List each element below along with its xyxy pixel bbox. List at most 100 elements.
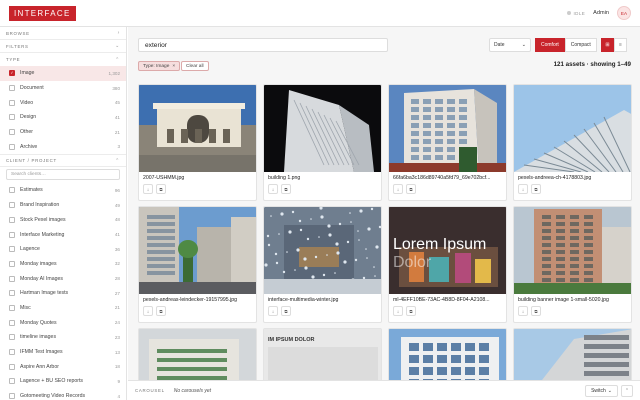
search-input[interactable]: exterior (138, 38, 388, 52)
checkbox[interactable] (9, 246, 15, 253)
asset-card[interactable]: pexels-andreea-ch-4178803.jpg ↓ ⧉ (513, 84, 632, 201)
client-filter-item[interactable]: Stock Pexel images 48 (0, 213, 126, 228)
checkbox[interactable] (9, 319, 15, 326)
client-filter-item[interactable]: Lagence 36 (0, 242, 126, 257)
client-filter-item[interactable]: IFMM Test Images 13 (0, 345, 126, 360)
asset-thumbnail[interactable] (139, 207, 256, 294)
asset-name: pexels-andreas-leindecker-19157995.jpg (143, 297, 238, 303)
asset-card[interactable]: pexels-andreas-leindecker-19157995.jpg ↓ ⧉ (138, 206, 257, 323)
download-icon[interactable]: ↓ (143, 306, 153, 316)
logo[interactable]: INTERFACE (9, 5, 76, 21)
copy-icon[interactable]: ⧉ (531, 184, 541, 194)
asset-card[interactable]: building 1.png ↓ ⧉ (263, 84, 382, 201)
asset-card[interactable]: 2007-USHMM.jpg ↓ ⧉ (138, 84, 257, 201)
type-label: TYPE (6, 57, 21, 62)
type-filter-item[interactable]: Document 380 (0, 81, 126, 96)
checkbox[interactable] (9, 378, 15, 385)
type-filter-item[interactable]: Other 21 (0, 125, 126, 140)
switch-button[interactable]: Switch ⌄ (585, 385, 618, 397)
type-section-header[interactable]: TYPE ⌃ (0, 53, 126, 66)
checkbox[interactable] (9, 85, 15, 92)
client-filter-item[interactable]: Lagence + BU SEO reports 9 (0, 374, 126, 389)
checkbox[interactable]: ✓ (9, 70, 15, 77)
asset-thumbnail[interactable]: Lorem Ipsum Dolor (389, 207, 506, 294)
checkbox[interactable] (9, 129, 15, 136)
checkbox[interactable] (9, 114, 15, 121)
copy-icon[interactable]: ⧉ (531, 306, 541, 316)
client-filter-item[interactable]: Monday images 32 (0, 257, 126, 272)
asset-actions: ↓ ⧉ (264, 303, 381, 316)
client-filter-item[interactable]: Brand Inspiration 49 (0, 198, 126, 213)
copy-icon[interactable]: ⧉ (281, 184, 291, 194)
avatar[interactable]: EA (617, 6, 631, 20)
checkbox[interactable] (9, 393, 15, 400)
checkbox[interactable] (9, 202, 15, 209)
download-icon[interactable]: ↓ (518, 184, 528, 194)
asset-actions: ↓ ⧉ (514, 181, 631, 194)
asset-card[interactable]: building banner image 1-small-5020.jpg ↓ ⧉ (513, 206, 632, 323)
filter-chip[interactable]: Type: Image × (138, 61, 181, 71)
checkbox[interactable] (9, 187, 15, 194)
copy-icon[interactable]: ⧉ (156, 306, 166, 316)
client-filter-item[interactable]: Aspire Ann Arbor 18 (0, 359, 126, 374)
checkbox[interactable] (9, 290, 15, 297)
download-icon[interactable]: ↓ (143, 184, 153, 194)
download-icon[interactable]: ↓ (393, 306, 403, 316)
checkbox[interactable] (9, 143, 15, 150)
collapse-icon[interactable]: ⌃ (621, 385, 633, 397)
type-filter-item[interactable]: ✓ Image 1,302 (0, 66, 126, 81)
client-filter-label: Aspire Ann Arbor (20, 363, 59, 370)
asset-thumbnail[interactable] (139, 85, 256, 172)
client-filter-item[interactable]: Monday AI Images 28 (0, 271, 126, 286)
asset-thumbnail[interactable] (514, 207, 631, 294)
asset-thumbnail[interactable] (264, 207, 381, 295)
client-filter-label: Monday Quotes (20, 319, 57, 326)
client-filter-item[interactable]: Hartman Image tests 27 (0, 286, 126, 301)
user-name[interactable]: Admin (593, 10, 609, 16)
client-filter-item[interactable]: Monday Quotes 24 (0, 315, 126, 330)
copy-icon[interactable]: ⧉ (156, 184, 166, 194)
copy-icon[interactable]: ⧉ (406, 184, 416, 194)
checkbox[interactable] (9, 349, 15, 356)
checkbox[interactable] (9, 275, 15, 282)
asset-thumbnail[interactable] (514, 85, 631, 173)
compact-button[interactable]: Compact (564, 38, 597, 52)
comfort-button[interactable]: Comfort (535, 38, 565, 52)
download-icon[interactable]: ↓ (268, 184, 278, 194)
checkbox[interactable] (9, 260, 15, 267)
client-filter-label: Estimates (20, 187, 43, 194)
type-filter-item[interactable]: Video 45 (0, 95, 126, 110)
checkbox[interactable] (9, 363, 15, 370)
asset-card[interactable]: Lorem Ipsum Dolor ml-4EFF10BE-73AC-4B8D-8F… (388, 206, 507, 323)
client-filter-item[interactable]: timeline images 23 (0, 330, 126, 345)
asset-card[interactable]: interface-multimedia-winter.jpg ↓ ⧉ (263, 206, 382, 323)
type-filter-item[interactable]: Archive 3 (0, 139, 126, 154)
client-filter-item[interactable]: Interface Marketing 41 (0, 227, 126, 242)
client-search-input[interactable]: Search clients… (6, 169, 120, 181)
client-filter-item[interactable]: Misc 21 (0, 301, 126, 316)
client-section-header[interactable]: CLIENT / PROJECT ⌃ (0, 154, 126, 168)
asset-thumbnail[interactable] (264, 85, 381, 172)
asset-thumbnail[interactable] (389, 85, 506, 172)
client-filter-item[interactable]: Estimates 96 (0, 183, 126, 198)
download-icon[interactable]: ↓ (393, 184, 403, 194)
download-icon[interactable]: ↓ (518, 306, 528, 316)
copy-icon[interactable]: ⧉ (406, 306, 416, 316)
filters-section-header[interactable]: FILTERS ⌄ (0, 40, 126, 53)
clear-all-button[interactable]: Clear all (181, 61, 209, 71)
type-filter-item[interactable]: Design 41 (0, 110, 126, 125)
checkbox[interactable] (9, 304, 15, 311)
sort-select[interactable]: Date ⌄ (489, 38, 531, 52)
checkbox[interactable] (9, 231, 15, 238)
download-icon[interactable]: ↓ (268, 306, 278, 316)
copy-icon[interactable]: ⧉ (281, 306, 291, 316)
list-view-icon[interactable]: ≡ (614, 38, 627, 52)
close-icon[interactable]: × (172, 64, 175, 69)
checkbox[interactable] (9, 216, 15, 223)
client-filter-item[interactable]: Gotomeeting Video Records 4 (0, 389, 126, 400)
checkbox[interactable] (9, 334, 15, 341)
asset-card[interactable]: 66fa6ba3c186d89740a5fd79_69e702bcf... ↓ ⧉ (388, 84, 507, 201)
grid-view-icon[interactable]: ⊞ (601, 38, 614, 52)
checkbox[interactable] (9, 99, 15, 106)
browse-section-header[interactable]: BROWSE › (0, 27, 126, 40)
